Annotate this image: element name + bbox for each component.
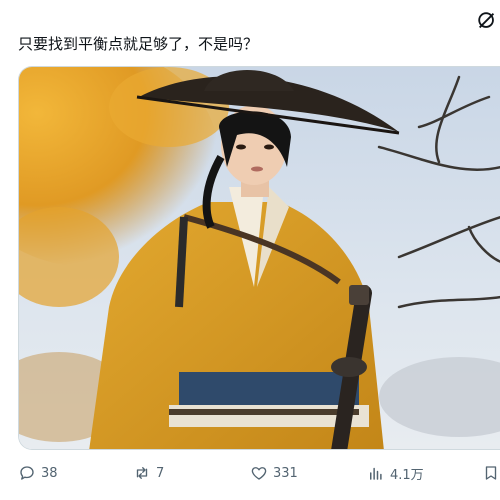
- views-chart-icon: [370, 467, 382, 480]
- post-image-illustration: [19, 67, 500, 449]
- reply-icon: [20, 466, 34, 480]
- repost-icon: [136, 467, 148, 479]
- repost-count: 7: [156, 465, 165, 481]
- post-image[interactable]: [18, 66, 500, 450]
- post-text: 只要找到平衡点就足够了，不是吗？: [18, 35, 259, 53]
- views-button[interactable]: 4.1万: [367, 462, 424, 484]
- like-count: 331: [273, 465, 298, 481]
- cropped-header-text: [118, 0, 198, 9]
- like-button[interactable]: 331: [250, 462, 298, 484]
- views-count: 4.1万: [390, 467, 424, 483]
- action-bar: 38 7 331 4.1万: [0, 456, 500, 492]
- repost-button[interactable]: 7: [133, 462, 164, 484]
- grok-icon[interactable]: [476, 10, 498, 32]
- bookmark-button[interactable]: [482, 462, 500, 484]
- bookmark-icon: [485, 466, 497, 480]
- reply-count: 38: [41, 465, 58, 481]
- reply-button[interactable]: 38: [18, 462, 58, 484]
- heart-icon: [251, 467, 267, 480]
- post-header: [0, 0, 500, 29]
